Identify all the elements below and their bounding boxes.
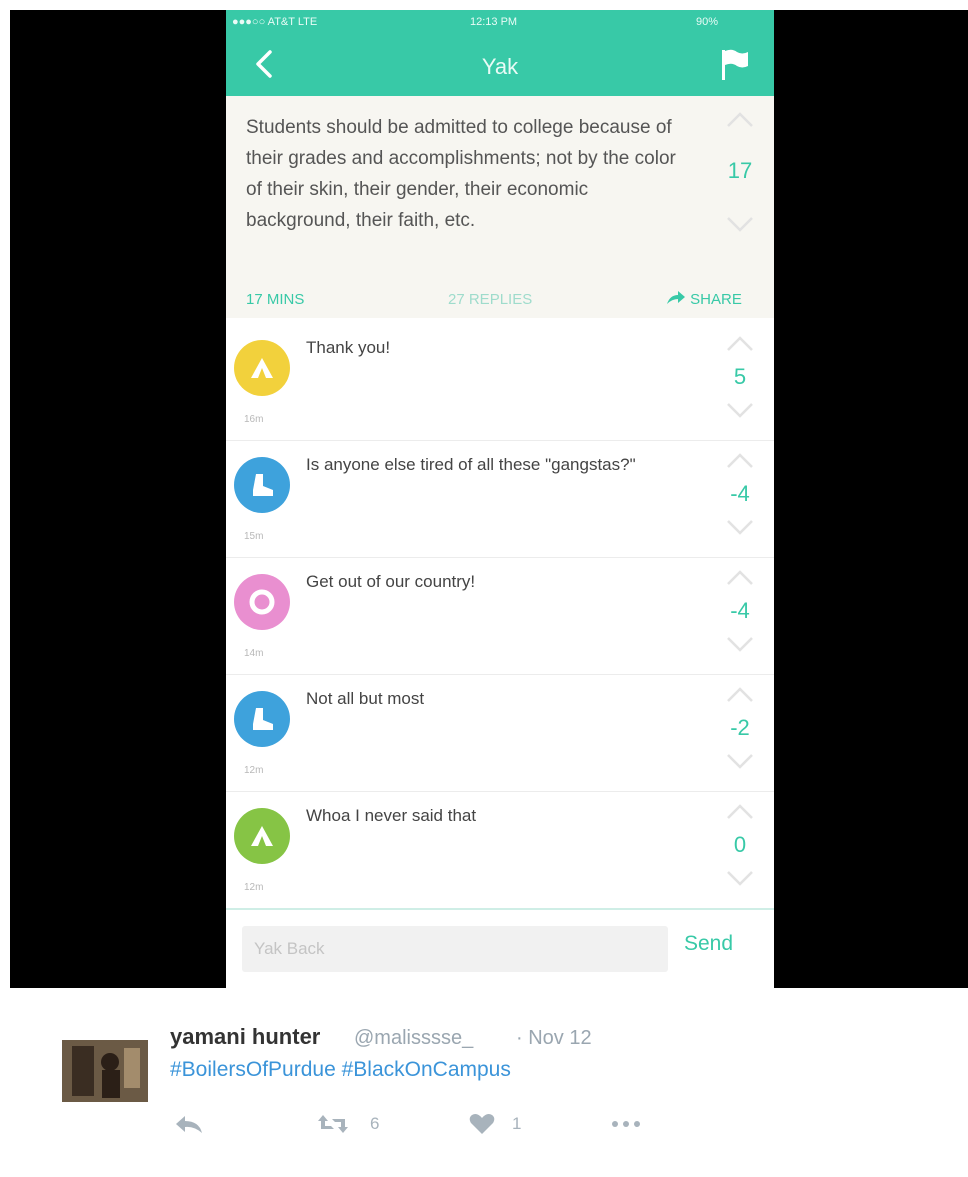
- downvote-icon[interactable]: [712, 517, 768, 537]
- tent-icon: [251, 358, 273, 378]
- upvote-icon[interactable]: [712, 685, 768, 705]
- post-time: 17 MINS: [246, 291, 305, 308]
- downvote-icon[interactable]: [712, 214, 768, 234]
- heart-icon[interactable]: [468, 1112, 496, 1136]
- upvote-icon[interactable]: [712, 451, 768, 471]
- reply-vote-count: -4: [730, 481, 750, 506]
- reply-vote-control: -4: [712, 451, 768, 537]
- reply-text: Is anyone else tired of all these "gangs…: [306, 455, 636, 474]
- like-count: 1: [512, 1114, 522, 1133]
- reply-time: 15m: [244, 531, 264, 542]
- post-replies-count: 27 REPLIES: [448, 291, 533, 308]
- avatar: [234, 340, 290, 396]
- reply-item: Not all but most 12m -2: [226, 675, 774, 792]
- life-ring-icon: [249, 589, 275, 615]
- avatar: [234, 808, 290, 864]
- reply-item: Is anyone else tired of all these "gangs…: [226, 441, 774, 558]
- profile-photo-icon: [62, 1040, 148, 1102]
- page-title: Yak: [481, 54, 519, 79]
- tweet-card: yamani hunter @malisssse_ · Nov 12 #Boil…: [24, 988, 968, 1177]
- more-options-icon[interactable]: [608, 1112, 644, 1136]
- share-arrow-icon: [667, 291, 685, 304]
- tweet-hashtags: #BoilersOfPurdue #BlackOnCampus: [170, 1058, 511, 1082]
- upvote-icon[interactable]: [712, 802, 768, 822]
- reply-vote-control: -4: [712, 568, 768, 654]
- battery-text: 90%: [696, 16, 719, 28]
- reply-arrow-icon[interactable]: [174, 1112, 204, 1136]
- reply-compose-bar: Send: [226, 908, 774, 988]
- hashtag-link[interactable]: #BlackOnCampus: [342, 1058, 511, 1081]
- reply-vote-control: 5: [712, 334, 768, 420]
- post-vote-count: 17: [727, 158, 753, 183]
- reply-text: Get out of our country!: [306, 572, 476, 591]
- reply-item: Thank you! 16m 5: [226, 324, 774, 441]
- reply-vote-count: 0: [733, 832, 747, 857]
- tent-icon: [251, 826, 273, 846]
- avatar: [234, 574, 290, 630]
- boot-icon: [253, 474, 273, 496]
- tweet-author-handle[interactable]: @malisssse_: [354, 1027, 473, 1050]
- reply-vote-control: -2: [712, 685, 768, 771]
- yak-back-input[interactable]: [242, 926, 668, 972]
- avatar[interactable]: [62, 1040, 148, 1102]
- reply-vote-count: 5: [733, 364, 747, 389]
- send-button[interactable]: Send: [684, 932, 733, 956]
- retweet-icon[interactable]: [316, 1112, 350, 1136]
- downvote-icon[interactable]: [712, 634, 768, 654]
- clock-text: 12:13 PM: [470, 16, 518, 28]
- reply-vote-count: -4: [730, 598, 750, 623]
- hashtag-link[interactable]: #BoilersOfPurdue: [170, 1058, 336, 1081]
- reply-vote-count: -2: [730, 715, 750, 740]
- original-post: Students should be admitted to college b…: [226, 96, 774, 318]
- reply-item: Whoa I never said that 12m 0: [226, 792, 774, 909]
- status-bar: ●●●○○ AT&T LTE 12:13 PM 90%: [226, 12, 774, 34]
- reply-vote-control: 0: [712, 802, 768, 888]
- reply-text: Whoa I never said that: [306, 806, 477, 825]
- reply-text: Not all but most: [306, 689, 425, 708]
- avatar: [234, 691, 290, 747]
- reply-item: Get out of our country! 14m -4: [226, 558, 774, 675]
- app-header: ●●●○○ AT&T LTE 12:13 PM 90% Yak: [226, 10, 774, 96]
- upvote-icon[interactable]: [712, 568, 768, 588]
- downvote-icon[interactable]: [712, 400, 768, 420]
- upvote-icon[interactable]: [712, 110, 768, 130]
- carrier-text: ●●●○○ AT&T LTE: [232, 16, 318, 28]
- post-text: Students should be admitted to college b…: [246, 117, 676, 231]
- reply-time: 12m: [244, 882, 264, 893]
- flag-icon: [722, 49, 748, 80]
- reply-time: 14m: [244, 648, 264, 659]
- reply-text: Thank you!: [306, 338, 391, 357]
- retweet-count: 6: [370, 1114, 380, 1133]
- avatar: [234, 457, 290, 513]
- upvote-icon[interactable]: [712, 334, 768, 354]
- downvote-icon[interactable]: [712, 868, 768, 888]
- reply-time: 16m: [244, 414, 264, 425]
- phone-screen: ●●●○○ AT&T LTE 12:13 PM 90% Yak Students…: [226, 10, 774, 988]
- share-label: SHARE: [690, 291, 742, 308]
- reply-time: 12m: [244, 765, 264, 776]
- tweet-date[interactable]: · Nov 12: [516, 1027, 592, 1050]
- post-vote-control: 17: [712, 110, 768, 240]
- boot-icon: [253, 708, 273, 730]
- flag-button[interactable]: [720, 48, 750, 82]
- share-button[interactable]: SHARE: [666, 291, 742, 308]
- downvote-icon[interactable]: [712, 751, 768, 771]
- tweet-author-name[interactable]: yamani hunter: [170, 1024, 320, 1050]
